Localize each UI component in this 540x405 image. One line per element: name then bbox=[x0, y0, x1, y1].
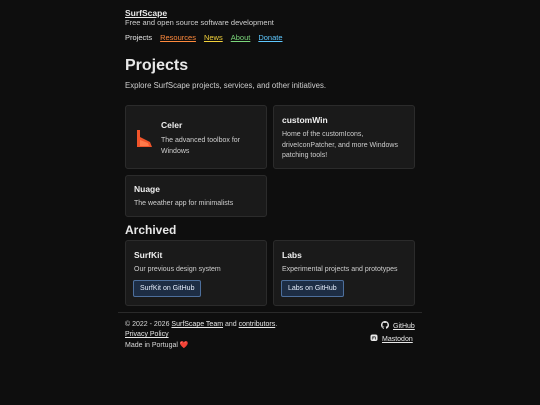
nav-item-about[interactable]: About bbox=[231, 33, 251, 42]
page-description: Explore SurfScape projects, services, an… bbox=[125, 81, 327, 90]
footer-made-in: Made in Portugal ❤️ bbox=[125, 341, 189, 349]
site-title-link[interactable]: SurfScape bbox=[125, 8, 167, 18]
made-in-text: Made in Portugal bbox=[125, 342, 178, 349]
nav-item-news[interactable]: News bbox=[204, 33, 223, 42]
page-title: Projects bbox=[125, 57, 189, 74]
project-card-celer[interactable]: Celer The advanced toolbox for Windows bbox=[125, 105, 267, 169]
mastodon-icon bbox=[370, 334, 378, 344]
project-name: customWin bbox=[282, 115, 328, 125]
project-name: Nuage bbox=[134, 184, 160, 194]
project-description: Home of the customIcons, driveIconPatche… bbox=[282, 131, 398, 159]
labs-github-button[interactable]: Labs on GitHub bbox=[281, 280, 344, 297]
site-tagline: Free and open source software developmen… bbox=[125, 18, 274, 27]
project-name: SurfKit bbox=[134, 250, 163, 260]
github-footer-link[interactable]: GitHub bbox=[381, 321, 415, 331]
github-label: GitHub bbox=[393, 322, 415, 330]
project-description: The advanced toolbox for Windows bbox=[161, 137, 240, 155]
privacy-policy-link[interactable]: Privacy Policy bbox=[125, 331, 169, 338]
mastodon-footer-link[interactable]: Mastodon bbox=[370, 334, 413, 344]
project-name: Labs bbox=[282, 250, 302, 260]
nav-item-resources[interactable]: Resources bbox=[160, 33, 196, 42]
surfkit-github-button[interactable]: SurfKit on GitHub bbox=[133, 280, 202, 297]
archived-heading: Archived bbox=[125, 223, 177, 237]
github-icon bbox=[381, 321, 389, 331]
archived-card-surfkit: SurfKit Our previous design system SurfK… bbox=[125, 240, 267, 306]
project-card-customwin[interactable]: customWin Home of the customIcons, drive… bbox=[273, 105, 415, 169]
team-link[interactable]: SurfScape Team bbox=[171, 321, 223, 328]
heart-icon: ❤️ bbox=[179, 342, 189, 349]
mastodon-label: Mastodon bbox=[382, 335, 413, 343]
project-description: Experimental projects and prototypes bbox=[282, 266, 398, 273]
archived-card-labs: Labs Experimental projects and prototype… bbox=[273, 240, 415, 306]
project-name: Celer bbox=[161, 120, 183, 130]
period-text: . bbox=[275, 321, 278, 328]
celer-logo-icon bbox=[134, 128, 154, 153]
project-description: Our previous design system bbox=[134, 266, 221, 273]
main-nav: Projects Resources News About Donate bbox=[125, 33, 283, 42]
project-description: The weather app for minimalists bbox=[134, 200, 234, 207]
and-text: and bbox=[225, 321, 237, 328]
contributors-link[interactable]: contributors bbox=[239, 321, 276, 328]
project-card-nuage[interactable]: Nuage The weather app for minimalists bbox=[125, 175, 267, 217]
footer-copyright: © 2022 - 2026 SurfScape Team and contrib… bbox=[125, 321, 277, 328]
nav-item-projects[interactable]: Projects bbox=[125, 33, 152, 42]
footer-divider bbox=[118, 312, 422, 313]
copyright-text: © 2022 - 2026 bbox=[125, 321, 170, 328]
nav-item-donate[interactable]: Donate bbox=[258, 33, 282, 42]
